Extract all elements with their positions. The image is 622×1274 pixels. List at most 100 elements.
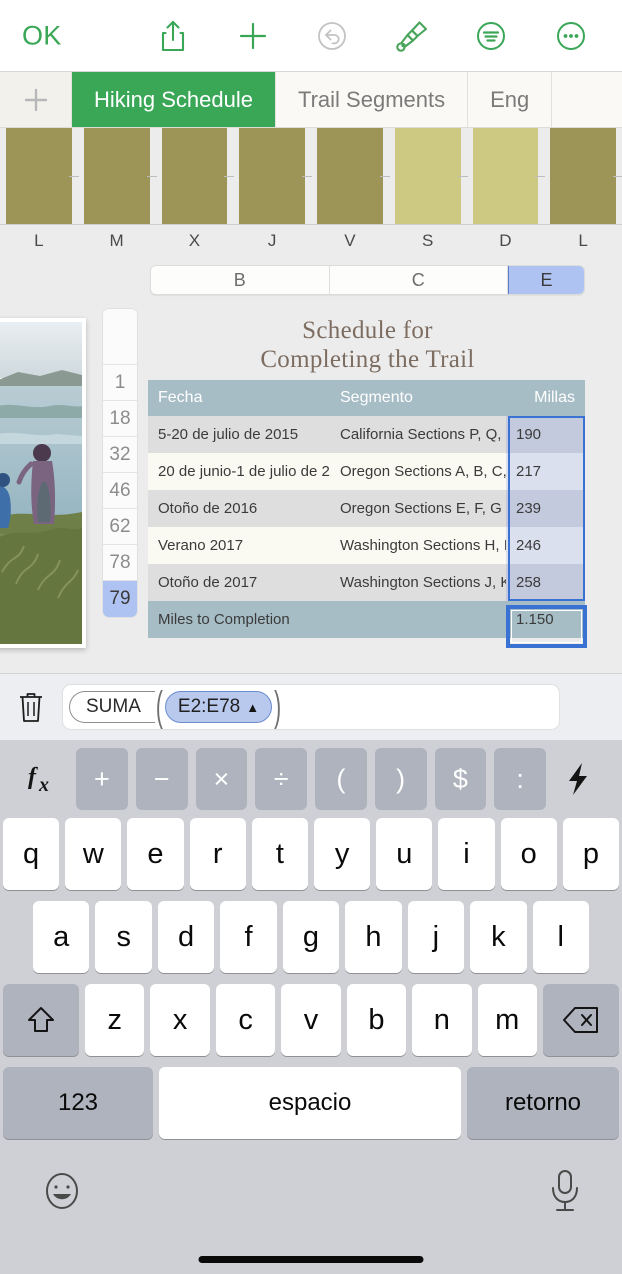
column-header-b[interactable]: B xyxy=(151,266,330,294)
key-w[interactable]: w xyxy=(65,818,122,890)
sheet-canvas[interactable]: L M X J V S D L B C E 1 18 32 46 62 78 7… xyxy=(0,128,622,673)
column-header-fecha[interactable]: Fecha xyxy=(148,380,330,416)
table-row[interactable]: 5-20 de julio de 2015 California Section… xyxy=(148,416,585,453)
row-number-gutter[interactable]: 1 18 32 46 62 78 79 xyxy=(102,308,138,618)
numbers-key[interactable]: 123 xyxy=(3,1067,153,1139)
key-a[interactable]: a xyxy=(33,901,90,973)
table-row[interactable]: 20 de junio-1 de julio de 2016 Oregon Se… xyxy=(148,453,585,490)
cell-millas[interactable]: 190 xyxy=(506,416,585,453)
key-t[interactable]: t xyxy=(251,818,308,890)
sheet-tab-eng[interactable]: Eng xyxy=(468,72,553,127)
functions-icon[interactable]: f x xyxy=(12,760,76,798)
more-icon[interactable] xyxy=(548,13,594,59)
key-e[interactable]: e xyxy=(127,818,184,890)
share-icon[interactable] xyxy=(150,13,196,59)
trash-icon[interactable] xyxy=(0,690,62,724)
column-header-segmento[interactable]: Segmento xyxy=(330,380,506,416)
key-p[interactable]: p xyxy=(562,818,620,890)
cell-fecha[interactable]: Verano 2017 xyxy=(148,527,330,564)
bar-chart[interactable]: L M X J V S D L xyxy=(0,128,622,250)
key-z[interactable]: z xyxy=(85,984,145,1056)
key-c[interactable]: c xyxy=(215,984,276,1056)
formula-function-token[interactable]: SUMA xyxy=(69,691,155,723)
cell-segmento[interactable]: California Sections P, Q, R xyxy=(330,416,506,453)
return-key[interactable]: retorno xyxy=(467,1067,619,1139)
table-row[interactable]: Otoño de 2016 Oregon Sections E, F, G 23… xyxy=(148,490,585,527)
key-l[interactable]: l xyxy=(532,901,589,973)
paintbrush-icon[interactable] xyxy=(389,13,435,59)
key-h[interactable]: h xyxy=(345,901,402,973)
key-u[interactable]: u xyxy=(376,818,433,890)
ok-button[interactable]: OK xyxy=(22,20,61,51)
cell-segmento[interactable]: Washington Sections H, I xyxy=(330,527,506,564)
cell-segmento[interactable]: Oregon Sections E, F, G xyxy=(330,490,506,527)
row-header-79[interactable]: 79 xyxy=(103,581,137,617)
delete-key[interactable] xyxy=(542,984,619,1056)
key-q[interactable]: q xyxy=(2,818,60,890)
cell-fecha[interactable]: Otoño de 2016 xyxy=(148,490,330,527)
table-row[interactable]: Otoño de 2017 Washington Sections J, K, … xyxy=(148,564,585,601)
key-g[interactable]: g xyxy=(282,901,340,973)
key-o[interactable]: o xyxy=(500,818,557,890)
cell-millas[interactable]: 239 xyxy=(506,490,585,527)
key-j[interactable]: j xyxy=(407,901,465,973)
column-header-millas[interactable]: Millas xyxy=(506,380,585,416)
add-sheet-button[interactable] xyxy=(0,72,72,127)
column-header-e[interactable]: E xyxy=(508,266,584,294)
key-r[interactable]: r xyxy=(189,818,246,890)
bolt-icon[interactable] xyxy=(546,762,610,796)
cell-millas[interactable]: 217 xyxy=(506,453,585,490)
cell-fecha[interactable]: Otoño de 2017 xyxy=(148,564,330,601)
row-header-18[interactable]: 18 xyxy=(103,401,137,437)
operator-key-close-paren[interactable]: ) xyxy=(374,748,427,810)
row-header-62[interactable]: 62 xyxy=(103,509,137,545)
cell-total-label[interactable]: Miles to Completion xyxy=(148,601,506,638)
sheet-tab-trail-segments[interactable]: Trail Segments xyxy=(275,72,469,127)
undo-icon[interactable] xyxy=(309,13,355,59)
key-f[interactable]: f xyxy=(220,901,277,973)
operator-key-dollar[interactable]: $ xyxy=(434,748,487,810)
formula-range-caret-icon[interactable]: ▲ xyxy=(246,700,259,715)
add-icon[interactable] xyxy=(230,13,276,59)
space-key[interactable]: espacio xyxy=(159,1067,461,1139)
shift-key[interactable] xyxy=(3,984,80,1056)
table-row[interactable]: Verano 2017 Washington Sections H, I 246 xyxy=(148,527,585,564)
operator-key-minus[interactable]: − xyxy=(135,748,188,810)
key-b[interactable]: b xyxy=(346,984,407,1056)
emoji-icon[interactable] xyxy=(40,1169,84,1218)
row-header-78[interactable]: 78 xyxy=(103,545,137,581)
key-x[interactable]: x xyxy=(150,984,210,1056)
sheet-tab-hiking-schedule[interactable]: Hiking Schedule xyxy=(72,72,276,127)
key-i[interactable]: i xyxy=(438,818,495,890)
column-header-control[interactable]: B C E xyxy=(150,265,585,295)
operator-key-open-paren[interactable]: ( xyxy=(315,748,367,810)
row-header-32[interactable]: 32 xyxy=(103,437,137,473)
cell-millas[interactable]: 258 xyxy=(506,564,585,601)
operator-key-plus[interactable]: + xyxy=(76,748,128,810)
data-table[interactable]: Fecha Segmento Millas 5-20 de julio de 2… xyxy=(148,380,585,638)
column-header-c[interactable]: C xyxy=(329,266,508,294)
cell-fecha[interactable]: 20 de junio-1 de julio de 2016 xyxy=(148,453,330,490)
key-n[interactable]: n xyxy=(412,984,472,1056)
format-icon[interactable] xyxy=(468,13,514,59)
key-m[interactable]: m xyxy=(477,984,537,1056)
cell-segmento[interactable]: Washington Sections J, K, L xyxy=(330,564,506,601)
key-v[interactable]: v xyxy=(281,984,341,1056)
key-y[interactable]: y xyxy=(314,818,371,890)
operator-key-colon[interactable]: : xyxy=(494,748,546,810)
table-title[interactable]: Schedule for Completing the Trail xyxy=(150,316,585,374)
key-s[interactable]: s xyxy=(95,901,152,973)
formula-input[interactable]: SUMA ( E2:E78 ▲ ) xyxy=(62,684,560,730)
cell-fecha[interactable]: 5-20 de julio de 2015 xyxy=(148,416,330,453)
operator-key-multiply[interactable]: × xyxy=(195,748,248,810)
photo-object[interactable] xyxy=(0,318,86,648)
cell-millas[interactable]: 246 xyxy=(506,527,585,564)
operator-key-divide[interactable]: ÷ xyxy=(255,748,307,810)
row-header-1[interactable]: 1 xyxy=(103,365,137,401)
formula-range-token[interactable]: E2:E78 ▲ xyxy=(164,691,273,723)
cell-total-value[interactable]: 1.150 xyxy=(506,601,585,638)
key-k[interactable]: k xyxy=(470,901,527,973)
row-header-46[interactable]: 46 xyxy=(103,473,137,509)
cell-segmento[interactable]: Oregon Sections A, B, C, D xyxy=(330,453,506,490)
table-total-row[interactable]: Miles to Completion 1.150 xyxy=(148,601,585,638)
